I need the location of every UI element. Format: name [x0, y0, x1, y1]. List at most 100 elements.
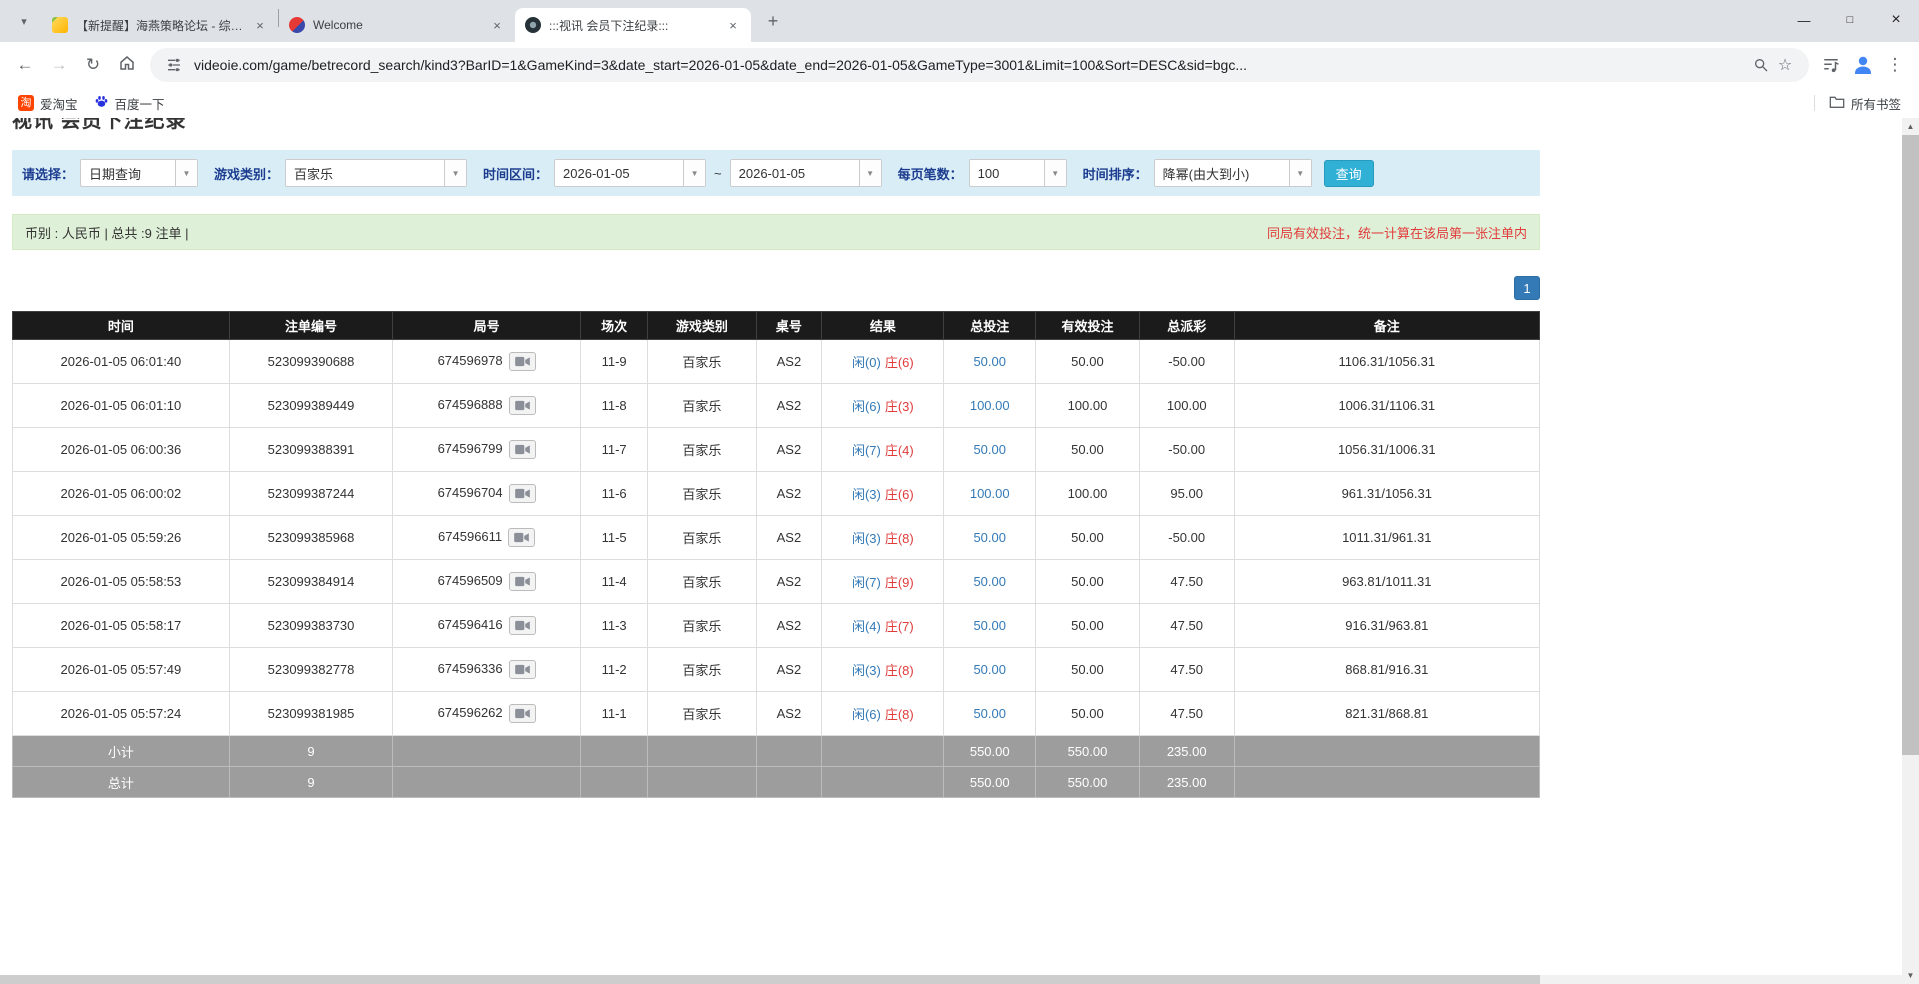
round-number: 674596611 [438, 529, 502, 544]
site-settings-icon[interactable] [162, 53, 186, 77]
page-button-1[interactable]: 1 [1514, 276, 1540, 300]
cell-note: 1106.31/1056.31 [1234, 340, 1539, 384]
cell-payout: 47.50 [1139, 560, 1234, 604]
maximize-button[interactable]: □ [1827, 0, 1873, 40]
scroll-up-arrow-icon[interactable]: ▲ [1902, 118, 1919, 135]
video-replay-button[interactable] [509, 704, 536, 723]
cell-total-bet: 50.00 [944, 428, 1036, 472]
menu-icon[interactable]: ⋮ [1879, 49, 1911, 81]
cell-total-bet: 50.00 [944, 604, 1036, 648]
all-bookmarks-button[interactable]: 所有书签 [1821, 91, 1909, 116]
per-page-select[interactable]: 100 ▼ [969, 159, 1067, 187]
sort-select[interactable]: 降幂(由大到小) ▼ [1154, 159, 1312, 187]
close-icon[interactable]: × [489, 17, 505, 33]
date-start-select[interactable]: 2026-01-05 ▼ [554, 159, 706, 187]
media-controls-icon[interactable] [1815, 49, 1847, 81]
back-button[interactable]: ← [8, 48, 42, 82]
cell-result: 闲(3)庄(8) [822, 516, 944, 560]
address-bar[interactable]: videoie.com/game/betrecord_search/kind3?… [150, 48, 1809, 82]
date-end-select[interactable]: 2026-01-05 ▼ [730, 159, 882, 187]
round-number: 674596416 [438, 617, 503, 632]
search-button[interactable]: 查询 [1324, 160, 1374, 187]
table-row: 2026-01-05 05:59:26 523099385968 6745966… [13, 516, 1540, 560]
horizontal-scroll-thumb[interactable] [0, 975, 1540, 984]
total-bet-link[interactable]: 50.00 [973, 662, 1006, 677]
tab-welcome[interactable]: Welcome × [279, 8, 515, 42]
result-banker: 庄(4) [885, 443, 914, 458]
subtotal-payout: 235.00 [1139, 736, 1234, 767]
tab-search-button[interactable]: ▾ [10, 7, 38, 35]
url-text[interactable]: videoie.com/game/betrecord_search/kind3?… [194, 57, 1741, 73]
cell-session: 11-9 [581, 340, 648, 384]
cell-bet-id: 523099382778 [229, 648, 392, 692]
profile-avatar[interactable] [1847, 49, 1879, 81]
horizontal-scrollbar[interactable] [0, 975, 1902, 984]
cell-game-type: 百家乐 [648, 472, 756, 516]
home-button[interactable] [110, 48, 144, 82]
total-bet-link[interactable]: 50.00 [973, 530, 1006, 545]
cell-note: 963.81/1011.31 [1234, 560, 1539, 604]
chevron-down-icon: ▼ [1289, 160, 1311, 186]
cell-round: 674596336 [393, 648, 581, 692]
total-bet-link[interactable]: 50.00 [973, 442, 1006, 457]
close-icon[interactable]: × [725, 17, 741, 33]
total-bet-link[interactable]: 50.00 [973, 354, 1006, 369]
video-replay-button[interactable] [509, 484, 536, 503]
video-replay-button[interactable] [509, 616, 536, 635]
total-bet-link[interactable]: 50.00 [973, 706, 1006, 721]
grand-total-total-bet: 550.00 [944, 767, 1036, 798]
total-bet-link[interactable]: 50.00 [973, 574, 1006, 589]
tab-forum[interactable]: 【新提醒】海燕策略论坛 - 综合... × [42, 8, 278, 42]
total-bet-link[interactable]: 100.00 [970, 398, 1010, 413]
cell-result: 闲(3)庄(8) [822, 648, 944, 692]
cell-total-bet: 50.00 [944, 648, 1036, 692]
game-type-select[interactable]: 百家乐 ▼ [285, 159, 467, 187]
table-row: 2026-01-05 06:00:36 523099388391 6745967… [13, 428, 1540, 472]
zoom-icon[interactable] [1749, 53, 1773, 77]
bookmark-taobao[interactable]: 淘 爱淘宝 [10, 91, 86, 116]
cell-round: 674596509 [393, 560, 581, 604]
video-replay-button[interactable] [508, 528, 535, 547]
total-bet-link[interactable]: 50.00 [973, 618, 1006, 633]
minimize-button[interactable]: — [1781, 0, 1827, 40]
bookmark-baidu[interactable]: 百度一下 [86, 91, 173, 116]
cell-total-bet: 50.00 [944, 340, 1036, 384]
bookmark-star-icon[interactable]: ☆ [1773, 53, 1797, 77]
cell-note: 1056.31/1006.31 [1234, 428, 1539, 472]
chevron-down-icon: ▼ [859, 160, 881, 186]
close-icon[interactable]: × [252, 17, 268, 33]
result-player: 闲(7) [852, 443, 881, 458]
video-replay-button[interactable] [509, 660, 536, 679]
subtotal-label: 小计 [13, 736, 230, 767]
refresh-button[interactable]: ↻ [76, 48, 110, 82]
cell-result: 闲(7) 庄(4) [822, 428, 944, 472]
vertical-scrollbar[interactable]: ▲ ▼ [1902, 118, 1919, 984]
video-replay-button[interactable] [509, 352, 536, 371]
cell-game-type: 百家乐 [648, 692, 756, 736]
query-mode-select[interactable]: 日期查询 ▼ [80, 159, 198, 187]
date-range-tilde: ~ [714, 166, 722, 181]
result-player: 闲(3) [852, 531, 881, 546]
scroll-down-arrow-icon[interactable]: ▼ [1902, 967, 1919, 984]
tab-betrecord-active[interactable]: :::视讯 会员下注纪录::: × [515, 8, 751, 42]
video-replay-button[interactable] [509, 396, 536, 415]
summary-note-text: 同局有效投注，统一计算在该局第一张注单内 [1267, 223, 1527, 242]
result-banker: 庄(6) [885, 487, 914, 502]
video-replay-button[interactable] [509, 572, 536, 591]
close-window-button[interactable]: × [1873, 0, 1919, 40]
chevron-down-icon: ▼ [1044, 160, 1066, 186]
vertical-scroll-thumb[interactable] [1902, 135, 1919, 755]
table-row: 2026-01-05 05:57:24 523099381985 6745962… [13, 692, 1540, 736]
cell-session: 11-7 [581, 428, 648, 472]
total-bet-link[interactable]: 100.00 [970, 486, 1010, 501]
folder-icon [1829, 95, 1845, 112]
sort-label: 时间排序： [1083, 164, 1148, 183]
browser-window: ▾ 【新提醒】海燕策略论坛 - 综合... × Welcome × :::视讯 … [0, 0, 1919, 984]
video-camera-icon [515, 664, 530, 675]
col-header-bet-id: 注单编号 [229, 312, 392, 340]
video-replay-button[interactable] [509, 440, 536, 459]
cell-round: 674596799 [393, 428, 581, 472]
forward-button[interactable]: → [42, 48, 76, 82]
new-tab-button[interactable]: + [759, 7, 787, 35]
subtotal-valid-bet: 550.00 [1036, 736, 1140, 767]
